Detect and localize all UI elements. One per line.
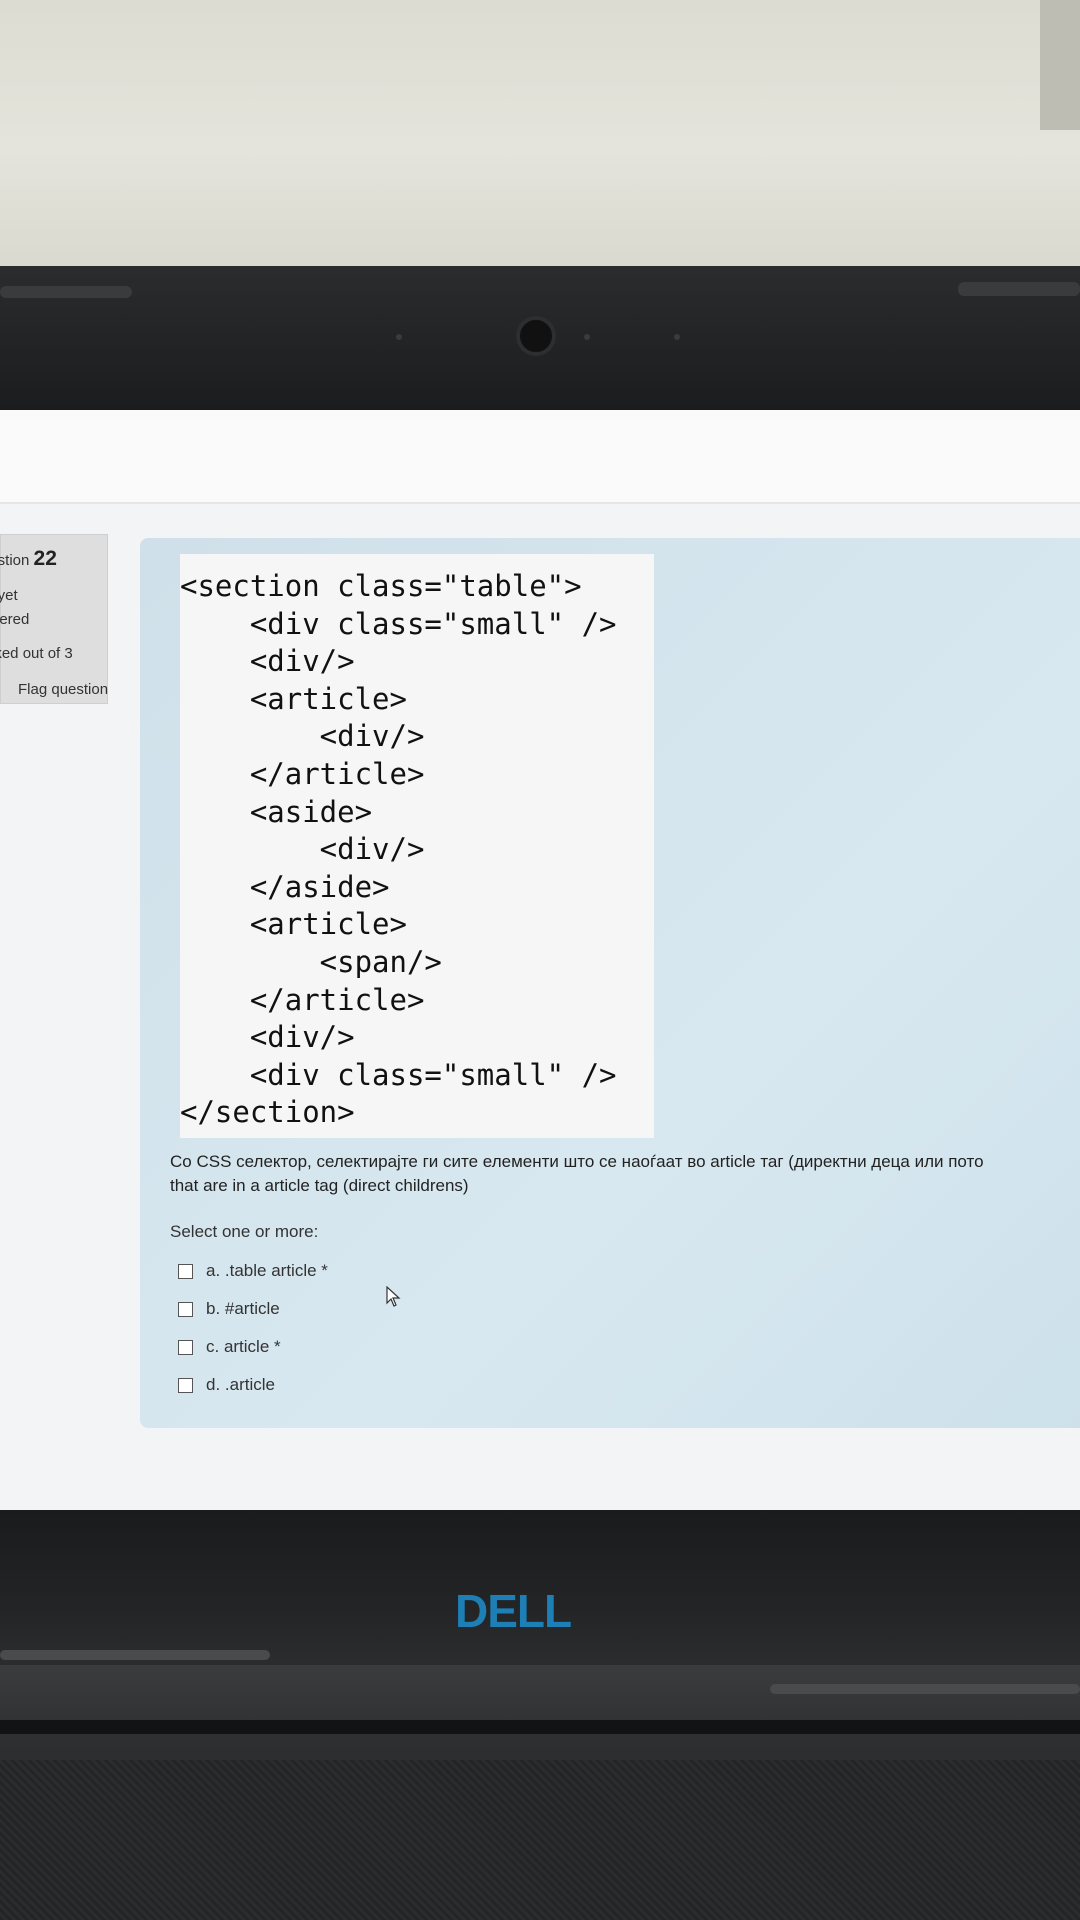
option-label: c. article * [206,1337,281,1356]
checkbox[interactable] [178,1263,193,1279]
option-label: a. .table article * [206,1261,328,1280]
option-a[interactable]: a. .table article * [178,1252,328,1290]
sensor-dot [396,334,402,340]
question-text: Со CSS селектор, селектирајте ги сите ел… [170,1150,1080,1198]
page-header-area [0,410,1080,504]
select-instruction: Select one or more: [170,1222,319,1241]
code-line: <div class="small" /> [180,1057,617,1092]
sensor-dot [584,334,590,340]
question-number: 22 [33,547,57,570]
answer-options: a. .table article * b. #article c. artic… [178,1252,328,1404]
code-line: <span/> [180,944,442,979]
code-line: <article> [180,907,407,942]
flag-question-label: Flag question [18,681,109,698]
webcam [516,316,556,356]
code-line: </article> [180,982,425,1017]
code-line: <section class="table"> [180,569,582,603]
question-number-line: uestion 22 [0,547,57,571]
status-line: ot yet [0,587,18,604]
code-line: <article> [180,681,407,716]
code-line: <div/> [180,1020,355,1055]
code-line: <div class="small" /> [180,606,617,641]
wall-background [0,0,1080,270]
screen: uestion 22 ot yet swered arked out of 3 … [0,410,1080,1558]
code-line: <aside> [180,794,373,829]
bezel-ridge-right [958,282,1080,296]
code-line: </aside> [180,869,390,904]
question-content: <section class="table"> <div class="smal… [140,538,1080,1428]
code-line: </article> [180,756,425,791]
option-c[interactable]: c. article * [178,1328,328,1366]
question-info-box: uestion 22 ot yet swered arked out of 3 … [0,534,108,704]
code-image: <section class="table"> <div class="smal… [180,554,654,1138]
sensor-dot [674,334,680,340]
question-text-line: that are in a article tag (direct childr… [170,1176,469,1195]
marks-info: arked out of 3 [0,645,73,662]
base-gap [0,1720,1080,1734]
wall-shadow [1040,0,1080,130]
code-block: <section class="table"> <div class="smal… [180,568,617,1132]
mouse-cursor-icon [386,1286,401,1307]
question-text-line: Со CSS селектор, селектирајте ги сите ел… [170,1152,984,1171]
option-label: d. .article [206,1375,275,1394]
dell-logo: DELL [455,1585,572,1637]
flag-question-link[interactable]: Flag question [3,681,108,698]
base-ridge [0,1650,270,1660]
status-line: swered [0,611,30,628]
checkbox[interactable] [178,1339,193,1355]
question-label: uestion [0,552,30,569]
flag-icon [3,682,13,694]
bezel-ridge-left [0,286,132,298]
option-label: b. #article [206,1299,280,1318]
code-line: <div/> [180,719,425,754]
code-line: <div/> [180,832,425,867]
checkbox[interactable] [178,1377,193,1393]
base-ridge [770,1684,1080,1694]
checkbox[interactable] [178,1301,193,1317]
code-line: </section> [180,1095,355,1130]
code-line: <div/> [180,644,355,679]
option-b[interactable]: b. #article [178,1290,328,1328]
option-d[interactable]: d. .article [178,1366,328,1404]
keyboard-deck [0,1760,1080,1920]
